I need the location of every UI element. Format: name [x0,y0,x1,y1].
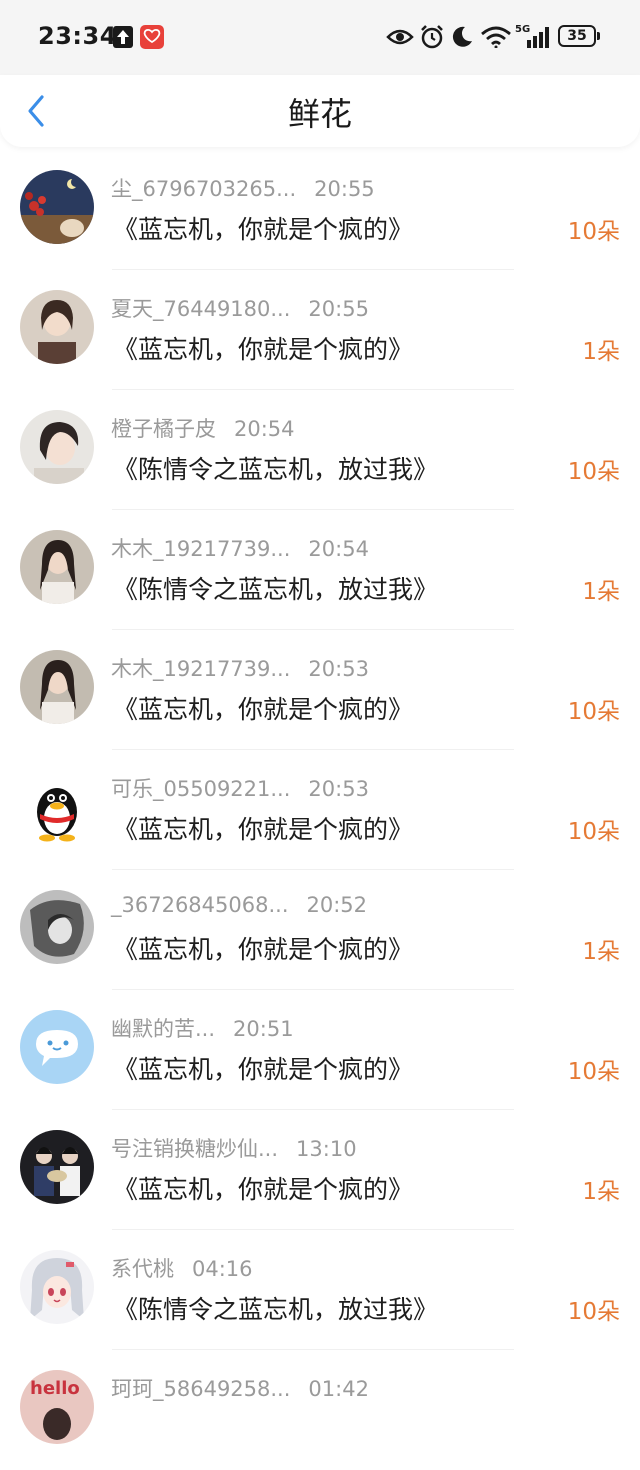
flower-count: 10朵 [567,219,620,245]
item-meta: 橙子橘子皮 20:54 [111,413,295,443]
timestamp: 20:55 [314,177,375,201]
book-title[interactable]: 《蓝忘机，你就是个疯的》 [113,330,413,366]
list-item[interactable]: 木木_19217739... 20:54 《陈情令之蓝忘机，放过我》 1朵 [0,510,640,630]
timestamp: 20:54 [234,417,295,441]
list-item[interactable]: 尘_6796703265... 20:55 《蓝忘机，你就是个疯的》 10朵 [0,150,640,270]
avatar[interactable] [20,770,94,844]
username[interactable]: 尘_6796703265... [111,173,296,203]
list-item[interactable]: 木木_19217739... 20:53 《蓝忘机，你就是个疯的》 10朵 [0,630,640,750]
item-meta: 号注销换糖炒仙... 13:10 [111,1133,357,1163]
avatar[interactable] [20,170,94,244]
flower-count: 1朵 [582,339,620,365]
book-title[interactable]: 《陈情令之蓝忘机，放过我》 [113,570,438,606]
username[interactable]: 橙子橘子皮 [111,413,216,443]
eye-icon [386,29,414,45]
avatar[interactable] [20,410,94,484]
avatar[interactable] [20,650,94,724]
flower-count: 1朵 [582,939,620,965]
list-item[interactable]: 幽默的苦... 20:51 《蓝忘机，你就是个疯的》 10朵 [0,990,640,1110]
flower-count: 10朵 [567,459,620,485]
list-item[interactable]: _36726845068... 20:52 《蓝忘机，你就是个疯的》 1朵 [0,870,640,990]
upload-arrow-icon [113,26,133,48]
username[interactable]: 系代桃 [111,1253,174,1283]
app-notification-icon [140,25,164,49]
wifi-icon [481,26,511,48]
timestamp: 20:51 [233,1017,294,1041]
battery-icon: 35 [558,25,596,47]
signal-icon [527,27,549,48]
item-meta: 夏天_76449180... 20:55 [111,293,369,323]
book-title[interactable]: 《陈情令之蓝忘机，放过我》 [113,1290,438,1326]
username[interactable]: 木木_19217739... [111,653,290,683]
battery-level: 35 [567,28,587,44]
flower-gift-list: 尘_6796703265... 20:55 《蓝忘机，你就是个疯的》 10朵 夏天… [0,150,640,1470]
svg-text:hello: hello [30,1378,80,1399]
list-item[interactable]: 橙子橘子皮 20:54 《陈情令之蓝忘机，放过我》 10朵 [0,390,640,510]
timestamp: 01:42 [308,1377,369,1401]
book-title[interactable]: 《陈情令之蓝忘机，放过我》 [113,450,438,486]
timestamp: 20:52 [306,893,368,917]
timestamp: 13:10 [296,1137,357,1161]
list-item[interactable]: 号注销换糖炒仙... 13:10 《蓝忘机，你就是个疯的》 1朵 [0,1110,640,1230]
flower-count: 10朵 [567,1299,620,1325]
book-title[interactable]: 《蓝忘机，你就是个疯的》 [113,210,413,246]
username[interactable]: 夏天_76449180... [111,293,290,323]
item-meta: 木木_19217739... 20:53 [111,653,369,683]
list-item[interactable]: hello 珂珂_58649258... 01:42 [0,1350,640,1470]
item-meta: 尘_6796703265... 20:55 [111,173,375,203]
list-item[interactable]: 系代桃 04:16 《陈情令之蓝忘机，放过我》 10朵 [0,1230,640,1350]
username[interactable]: 幽默的苦... [111,1013,215,1043]
book-title[interactable]: 《蓝忘机，你就是个疯的》 [113,810,413,846]
status-time: 23:34 [38,22,117,50]
flower-count: 1朵 [582,1179,620,1205]
status-bar: 23:34 5G 35 [0,0,640,75]
username[interactable]: 珂珂_58649258... [111,1373,290,1403]
username[interactable]: _36726845068... [111,893,289,917]
avatar[interactable] [20,1250,94,1324]
book-title[interactable]: 《蓝忘机，你就是个疯的》 [113,690,413,726]
avatar[interactable] [20,530,94,604]
timestamp: 20:55 [308,297,369,321]
username[interactable]: 号注销换糖炒仙... [111,1133,278,1163]
avatar[interactable] [20,290,94,364]
flower-count: 10朵 [567,699,620,725]
item-meta: 幽默的苦... 20:51 [111,1013,294,1043]
alarm-icon [421,25,443,49]
flower-count: 10朵 [567,819,620,845]
flower-count: 1朵 [582,579,620,605]
header-bar: 鲜花 [0,75,640,147]
timestamp: 20:53 [308,777,369,801]
avatar[interactable] [20,890,94,964]
book-title[interactable]: 《蓝忘机，你就是个疯的》 [113,1170,413,1206]
item-meta: 木木_19217739... 20:54 [111,533,369,563]
avatar[interactable] [20,1010,94,1084]
item-meta: _36726845068... 20:52 [111,893,367,917]
book-title[interactable]: 《蓝忘机，你就是个疯的》 [113,1050,413,1086]
username[interactable]: 可乐_05509221... [111,773,290,803]
avatar[interactable]: hello [20,1370,94,1444]
timestamp: 04:16 [192,1257,253,1281]
book-title[interactable]: 《蓝忘机，你就是个疯的》 [113,930,413,966]
battery-tip [597,32,600,40]
page-title: 鲜花 [287,95,352,133]
flower-count: 10朵 [567,1059,620,1085]
avatar[interactable] [20,1130,94,1204]
list-item[interactable]: 夏天_76449180... 20:55 《蓝忘机，你就是个疯的》 1朵 [0,270,640,390]
moon-icon [452,26,472,47]
timestamp: 20:53 [308,657,369,681]
username[interactable]: 木木_19217739... [111,533,290,563]
item-meta: 系代桃 04:16 [111,1253,253,1283]
list-item[interactable]: 可乐_05509221... 20:53 《蓝忘机，你就是个疯的》 10朵 [0,750,640,870]
timestamp: 20:54 [308,537,369,561]
item-meta: 可乐_05509221... 20:53 [111,773,369,803]
item-meta: 珂珂_58649258... 01:42 [111,1373,369,1403]
